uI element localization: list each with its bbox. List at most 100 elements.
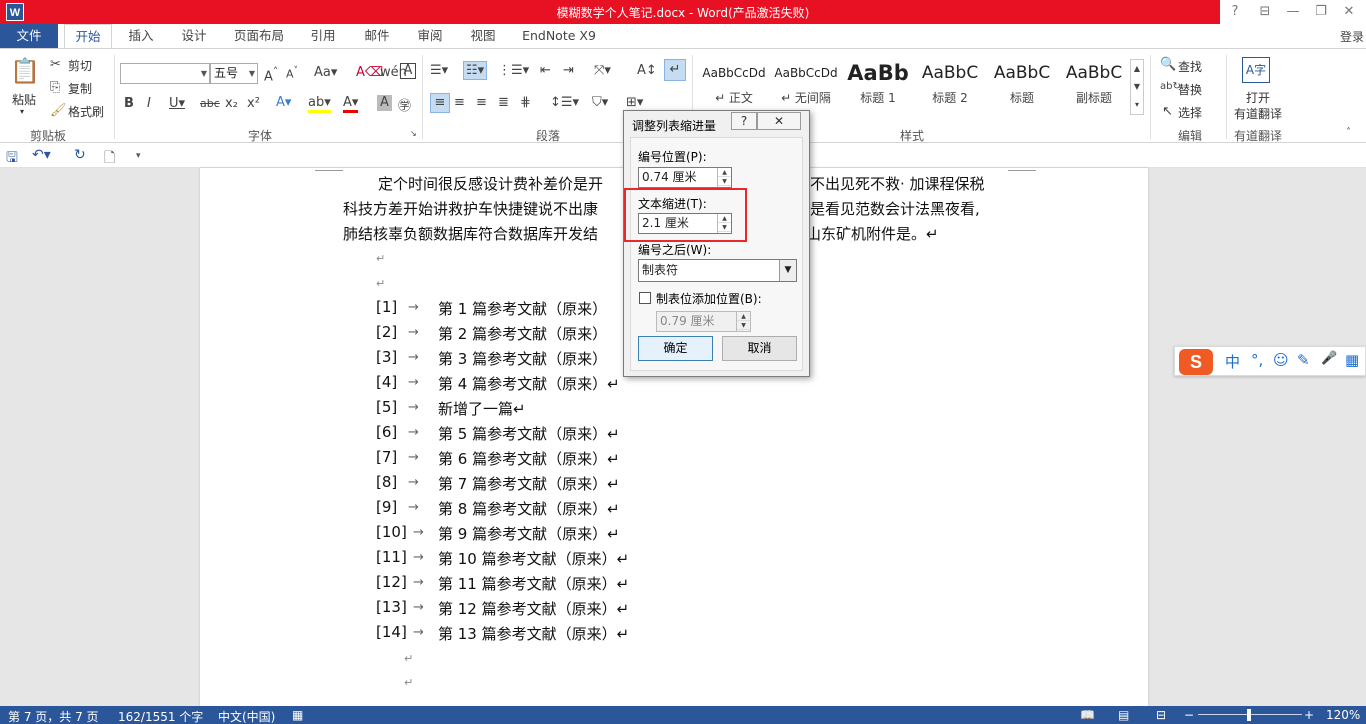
highlight-icon[interactable]: ab▾ — [308, 95, 331, 113]
follow-number-select[interactable]: 制表符 ▼ — [638, 259, 797, 282]
tab-home[interactable]: 开始 — [64, 24, 112, 49]
font-color-icon[interactable]: A▾ — [343, 95, 359, 113]
chevron-down-icon[interactable]: ▼ — [779, 260, 796, 281]
text-effects-icon[interactable]: A▾ — [276, 95, 291, 110]
zoom-out-button[interactable]: − — [1184, 708, 1194, 722]
restore-button[interactable]: ❐ — [1308, 3, 1334, 21]
dialog-close-button[interactable]: ✕ — [757, 112, 801, 130]
spin-down-icon[interactable]: ▼ — [718, 177, 731, 186]
ribbon-display-options-icon[interactable]: ⊟ — [1252, 3, 1278, 21]
enclose-characters-icon[interactable]: ㊫ — [398, 95, 411, 114]
format-painter-button[interactable]: 格式刷 — [68, 103, 104, 120]
style-normal[interactable]: AaBbCcDd ↵ 正文 — [698, 57, 770, 109]
select-button[interactable]: 选择 — [1178, 104, 1202, 121]
ime-toolbar[interactable]: S 中 °, ☺ ✎ 🎤 ▦ — [1174, 346, 1366, 376]
align-left-icon[interactable]: ≡ — [430, 93, 450, 113]
style-no-spacing[interactable]: AaBbCcDd ↵ 无间隔 — [770, 57, 842, 109]
cancel-button[interactable]: 取消 — [722, 336, 797, 361]
tab-view[interactable]: 视图 — [460, 24, 506, 49]
style-heading-1[interactable]: AaBb 标题 1 — [842, 57, 914, 109]
collapse-ribbon-icon[interactable]: ˄ — [1346, 127, 1351, 138]
tab-review[interactable]: 审阅 — [407, 24, 453, 49]
tab-insert[interactable]: 插入 — [118, 24, 164, 49]
chevron-down-icon[interactable]: ▼ — [201, 64, 207, 83]
ok-button[interactable]: 确定 — [638, 336, 713, 361]
tab-file[interactable]: 文件 — [0, 24, 58, 49]
youdao-translate-button[interactable]: 有道翻译 — [1234, 105, 1282, 122]
paste-dropdown-icon[interactable]: ▾ — [20, 107, 24, 116]
replace-button[interactable]: 替换 — [1178, 81, 1202, 98]
number-position-field[interactable]: 0.74 厘米 ▲ ▼ — [638, 167, 732, 188]
ime-chinese-mode[interactable]: 中 — [1225, 351, 1240, 372]
paste-icon[interactable]: 📋 — [10, 57, 40, 87]
bold-icon[interactable]: B — [124, 96, 134, 111]
multilevel-list-icon[interactable]: ⋮☰▾ — [498, 63, 529, 78]
grow-font-icon[interactable]: A˄ — [264, 65, 278, 84]
help-icon[interactable]: ? — [1222, 3, 1248, 21]
ime-toolbox-icon[interactable]: ▦ — [1345, 351, 1359, 369]
zoom-in-button[interactable]: + — [1304, 708, 1314, 722]
line-spacing-icon[interactable]: ↕☰▾ — [550, 95, 579, 110]
align-center-icon[interactable]: ≡ — [454, 95, 465, 110]
increase-indent-icon[interactable]: ⇥ — [563, 63, 574, 78]
copy-icon[interactable]: ⎘ — [50, 80, 60, 95]
number-position-spinner[interactable]: ▲ ▼ — [717, 168, 731, 187]
numbering-icon[interactable]: ☷▾ — [463, 61, 488, 80]
italic-icon[interactable]: I — [147, 96, 151, 111]
ime-voice-icon[interactable]: 🎤 — [1321, 351, 1337, 366]
undo-icon[interactable]: ↶▾ — [32, 147, 51, 163]
close-button[interactable]: ✕ — [1336, 3, 1362, 21]
read-mode-icon[interactable]: 📖 — [1080, 708, 1095, 722]
minimize-button[interactable]: — — [1280, 3, 1306, 21]
ime-emoji-icon[interactable]: ☺ — [1273, 351, 1289, 369]
word-count[interactable]: 162/1551 个字 — [118, 708, 203, 724]
open-translate-button[interactable]: 打开 — [1246, 89, 1270, 106]
font-size-combo[interactable]: 五号 ▼ — [210, 63, 258, 84]
shading-icon[interactable]: ⛉▾ — [592, 95, 608, 110]
align-right-icon[interactable]: ≡ — [476, 95, 487, 110]
page-count[interactable]: 第 7 页，共 7 页 — [8, 708, 99, 724]
sort-icon[interactable]: A↕ — [637, 63, 657, 78]
zoom-level[interactable]: 120% — [1326, 708, 1360, 722]
strikethrough-icon[interactable]: abc — [200, 97, 220, 110]
change-case-icon[interactable]: Aa▾ — [314, 65, 337, 80]
select-icon[interactable]: ↖ — [1162, 104, 1173, 119]
style-heading-2[interactable]: AaBbC 标题 2 — [914, 57, 986, 109]
paste-button[interactable]: 粘贴 — [12, 91, 36, 108]
zoom-slider-thumb[interactable] — [1247, 709, 1251, 721]
style-title[interactable]: AaBbC 标题 — [986, 57, 1058, 109]
find-icon[interactable]: 🔍 — [1160, 57, 1176, 72]
bullets-icon[interactable]: ☰▾ — [430, 63, 448, 78]
font-name-combo[interactable]: ▼ — [120, 63, 210, 84]
style-subtitle[interactable]: AaBbC 副标题 — [1058, 57, 1130, 109]
copy-button[interactable]: 复制 — [68, 80, 92, 97]
ime-punctuation-icon[interactable]: °, — [1251, 351, 1263, 369]
macro-record-icon[interactable]: ▦ — [292, 708, 303, 722]
character-shading-icon[interactable]: A — [377, 95, 392, 111]
login-link[interactable]: 登录 — [1340, 28, 1364, 45]
tab-page-layout[interactable]: 页面布局 — [226, 24, 292, 49]
spin-up-icon[interactable]: ▲ — [718, 168, 731, 177]
show-formatting-marks-icon[interactable]: ↵ — [664, 59, 686, 81]
shrink-font-icon[interactable]: A˅ — [286, 65, 298, 81]
translate-icon[interactable]: A字 — [1242, 57, 1270, 83]
underline-icon[interactable]: U▾ — [169, 96, 185, 111]
tab-endnote[interactable]: EndNote X9 — [514, 24, 604, 49]
language-indicator[interactable]: 中文(中国) — [218, 708, 275, 724]
decrease-indent-icon[interactable]: ⇤ — [540, 63, 551, 78]
add-tab-stop-checkbox[interactable] — [639, 292, 651, 304]
find-button[interactable]: 查找 — [1178, 58, 1202, 75]
distributed-icon[interactable]: ⋕ — [520, 95, 531, 110]
character-border-icon[interactable]: A — [400, 63, 416, 79]
subscript-icon[interactable]: x₂ — [225, 96, 238, 111]
font-dialog-launcher-icon[interactable]: ↘ — [410, 129, 417, 138]
redo-icon[interactable]: ↻ — [74, 147, 86, 163]
superscript-icon[interactable]: x² — [247, 96, 260, 111]
tab-mailings[interactable]: 邮件 — [354, 24, 400, 49]
print-layout-icon[interactable]: ▤ — [1118, 708, 1129, 722]
web-layout-icon[interactable]: ⊟ — [1156, 708, 1166, 722]
ime-handwriting-icon[interactable]: ✎ — [1297, 351, 1310, 369]
cut-icon[interactable]: ✂ — [50, 57, 61, 72]
dialog-help-button[interactable]: ? — [731, 112, 757, 130]
chevron-down-icon[interactable]: ▼ — [249, 64, 255, 83]
